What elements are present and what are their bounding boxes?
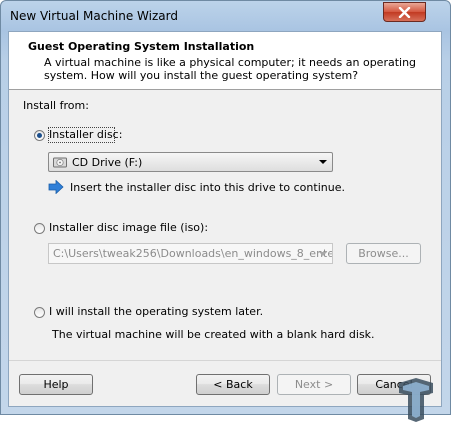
info-arrow-icon <box>48 180 64 194</box>
drive-select-value: CD Drive (F:) <box>72 156 143 169</box>
wizard-window: New Virtual Machine Wizard Guest Operati… <box>0 0 451 422</box>
install-later-label[interactable]: I will install the operating system late… <box>49 305 263 318</box>
dialog-client-area: Guest Operating System Installation A vi… <box>8 31 442 422</box>
iso-path-value: C:\Users\tweak256\Downloads\en_windows_8… <box>53 247 333 260</box>
install-from-label: Install from: <box>23 99 89 112</box>
back-button[interactable]: < Back <box>196 374 270 395</box>
install-later-hint: The virtual machine will be created with… <box>52 328 375 341</box>
browse-button[interactable]: Browse... <box>346 243 421 264</box>
disc-hint-text: Insert the installer disc into this driv… <box>70 181 345 194</box>
next-button[interactable]: Next > <box>277 374 351 395</box>
chevron-down-icon <box>319 252 327 256</box>
drive-select[interactable]: CD Drive (F:) <box>48 152 333 172</box>
iso-image-radio[interactable] <box>34 223 45 234</box>
cd-drive-icon <box>53 157 67 168</box>
tweaktown-logo-icon <box>399 378 433 422</box>
iso-path-input[interactable]: C:\Users\tweak256\Downloads\en_windows_8… <box>48 243 333 264</box>
footer-divider <box>9 360 441 361</box>
help-button[interactable]: Help <box>19 374 93 395</box>
page-title: Guest Operating System Installation <box>28 40 255 53</box>
close-icon <box>398 7 411 18</box>
chevron-down-icon <box>319 160 327 164</box>
installer-disc-label[interactable]: Installer disc: <box>49 128 122 141</box>
page-description: A virtual machine is like a physical com… <box>44 56 417 82</box>
iso-image-label[interactable]: Installer disc image file (iso): <box>49 221 208 234</box>
installer-disc-radio[interactable] <box>34 130 45 141</box>
install-later-radio[interactable] <box>34 307 45 318</box>
close-button[interactable] <box>383 2 426 22</box>
window-title: New Virtual Machine Wizard <box>10 9 178 23</box>
wizard-header: Guest Operating System Installation A vi… <box>9 32 441 90</box>
title-bar[interactable]: New Virtual Machine Wizard <box>1 1 450 31</box>
